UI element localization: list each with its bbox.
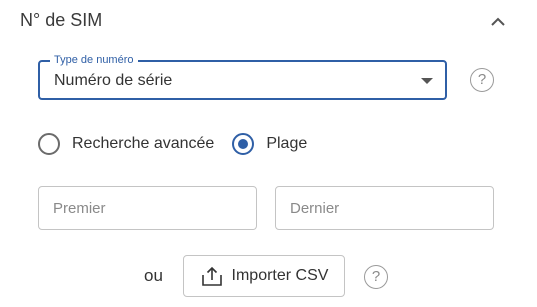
select-label: Type de numéro — [50, 53, 138, 67]
first-number-input[interactable] — [38, 186, 257, 230]
question-mark-icon[interactable]: ? — [364, 265, 388, 289]
chevron-up-icon[interactable] — [488, 14, 508, 30]
or-label: ou — [144, 266, 163, 285]
import-button-label: Importer CSV — [231, 267, 329, 284]
search-mode-radio-group: Recherche avancée Plage — [38, 132, 307, 156]
question-mark-icon[interactable]: ? — [470, 68, 494, 92]
import-csv-button[interactable]: Importer CSV — [183, 255, 345, 297]
caret-down-icon — [421, 78, 433, 84]
upload-icon — [201, 266, 222, 286]
radio-label: Plage — [266, 135, 308, 152]
radio-range[interactable]: Plage — [232, 133, 307, 155]
radio-circle[interactable] — [38, 133, 60, 155]
radio-circle[interactable] — [232, 133, 255, 155]
number-type-select[interactable]: Type de numéro Numéro de série — [38, 53, 447, 100]
radio-label: Recherche avancée — [72, 135, 215, 152]
radio-advanced-search[interactable]: Recherche avancée — [38, 133, 214, 155]
last-number-input[interactable] — [275, 186, 494, 230]
section-title: N° de SIM — [20, 10, 103, 30]
select-value: Numéro de série — [54, 72, 173, 89]
